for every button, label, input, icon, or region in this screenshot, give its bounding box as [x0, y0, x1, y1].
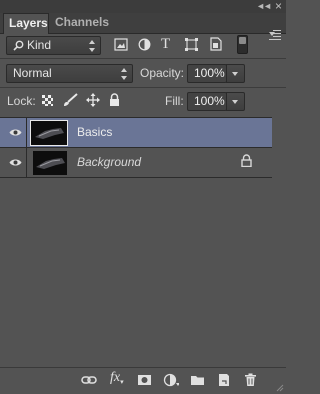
layer-mask-icon[interactable]	[137, 372, 153, 388]
collapse-panel-icon[interactable]: ◄◄	[256, 1, 272, 11]
panel-footer: fx▾	[0, 367, 286, 394]
new-group-icon[interactable]	[190, 372, 206, 388]
opacity-label: Opacity:	[140, 66, 185, 80]
tab-bar: Layers Channels	[0, 13, 286, 40]
tab-channels[interactable]: Channels	[55, 13, 109, 33]
new-layer-icon[interactable]	[216, 372, 232, 388]
opacity-slider-button[interactable]	[226, 64, 245, 83]
trash-icon[interactable]	[243, 372, 259, 388]
layer-thumbnail	[30, 120, 68, 146]
layer-row-basics[interactable]: Basics	[0, 118, 272, 148]
link-layers-icon[interactable]	[81, 372, 97, 388]
layer-name[interactable]: Basics	[77, 125, 112, 139]
close-panel-icon[interactable]: ×	[275, 0, 282, 13]
lock-position-icon[interactable]	[86, 93, 100, 107]
visibility-toggle[interactable]	[4, 118, 27, 147]
adjustment-filter-icon[interactable]	[138, 38, 151, 51]
lock-image-pixels-icon[interactable]	[63, 93, 78, 107]
layer-name[interactable]: Background	[77, 155, 141, 169]
fill-slider-button[interactable]	[226, 92, 245, 111]
search-icon	[13, 40, 24, 51]
shape-filter-icon[interactable]	[185, 38, 198, 51]
layer-thumbnail	[31, 151, 67, 175]
fill-label: Fill:	[165, 94, 184, 108]
panel-title-strip: ◄◄ ×	[0, 0, 286, 13]
fill-field[interactable]: 100%	[187, 92, 227, 111]
filter-toggle-switch[interactable]	[237, 35, 248, 54]
adjustment-layer-icon[interactable]	[163, 372, 179, 388]
filter-kind-dropdown[interactable]: Kind	[6, 36, 101, 55]
layers-panel: ◄◄ × Layers Channels Kind T Normal Opaci…	[0, 0, 286, 394]
layer-list: Basics Background	[0, 117, 286, 368]
smart-object-filter-icon[interactable]	[210, 37, 222, 51]
blend-mode-dropdown[interactable]: Normal	[6, 64, 133, 83]
opacity-field[interactable]: 100%	[187, 64, 227, 83]
type-filter-icon[interactable]: T	[161, 36, 170, 53]
blend-mode-value: Normal	[13, 66, 52, 80]
fx-icon[interactable]: fx▾	[110, 370, 130, 386]
eye-icon	[9, 159, 22, 166]
resize-grip-icon[interactable]	[276, 384, 284, 392]
visibility-toggle[interactable]	[4, 148, 27, 177]
panel-menu-icon[interactable]	[269, 29, 281, 41]
filter-kind-label: Kind	[27, 38, 52, 52]
chevron-updown-icon	[121, 68, 127, 80]
tab-layers[interactable]: Layers	[3, 13, 49, 34]
lock-icon[interactable]	[241, 154, 252, 167]
image-filter-icon[interactable]	[114, 38, 128, 51]
eye-icon	[9, 129, 22, 136]
lock-transparent-pixels-icon[interactable]	[42, 95, 53, 106]
lock-all-icon[interactable]	[109, 93, 120, 107]
layer-row-background[interactable]: Background	[0, 148, 272, 178]
scrollbar-track[interactable]	[272, 117, 286, 367]
lock-label: Lock:	[7, 94, 36, 108]
chevron-updown-icon	[89, 40, 95, 52]
